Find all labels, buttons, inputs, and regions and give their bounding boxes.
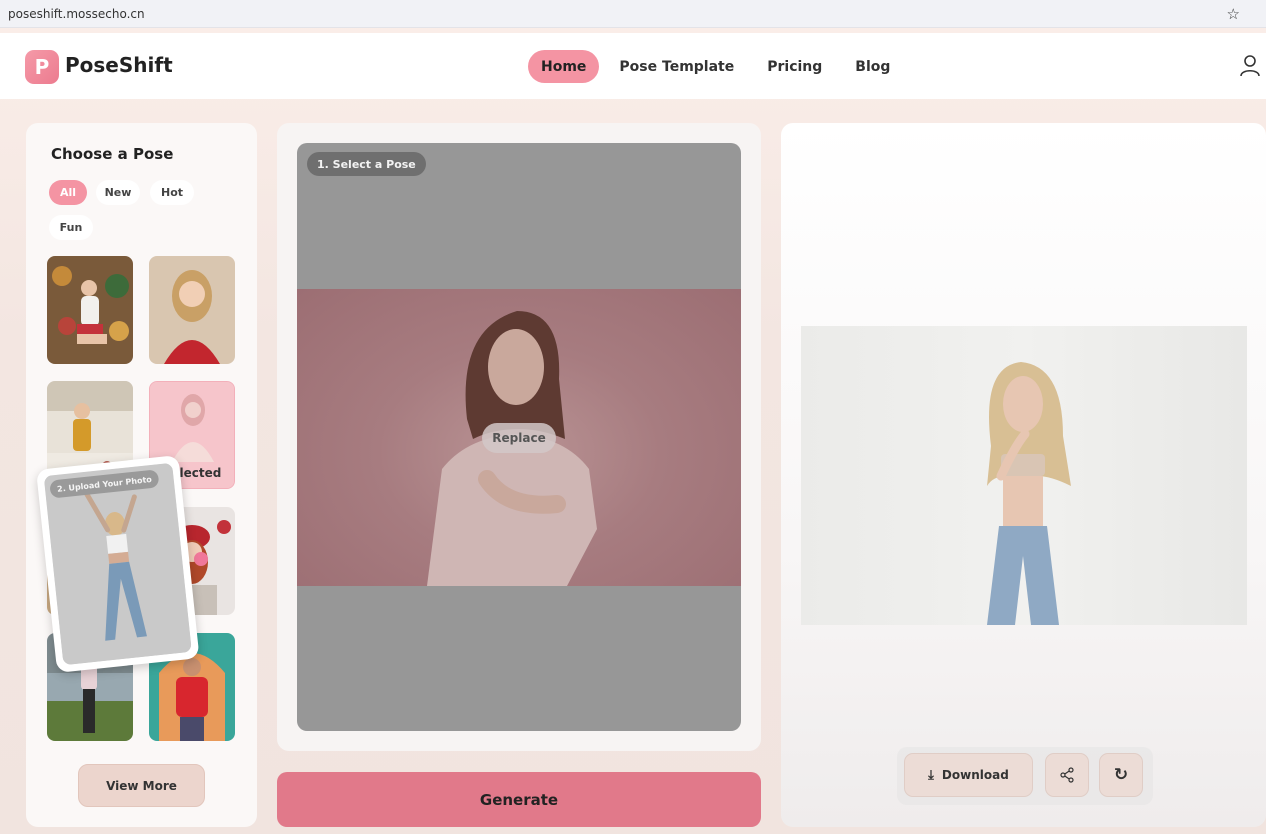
share-icon: [1060, 767, 1074, 783]
panel-title: Choose a Pose: [51, 145, 174, 163]
site-header: P PoseShift Home Pose Template Pricing B…: [0, 33, 1266, 99]
filter-all[interactable]: All: [49, 180, 87, 205]
pose-thumb-1[interactable]: [47, 256, 133, 364]
download-label: Download: [941, 768, 1009, 782]
result-panel: ⤓ Download ↻: [781, 123, 1266, 827]
result-figure: [987, 362, 1071, 625]
download-button[interactable]: ⤓ Download: [904, 753, 1033, 797]
filter-new[interactable]: New: [96, 180, 140, 205]
generate-button[interactable]: Generate: [277, 772, 761, 827]
result-image[interactable]: [801, 326, 1247, 625]
pose-image: [149, 256, 235, 364]
nav-pose-template[interactable]: Pose Template: [606, 50, 747, 83]
pose-canvas[interactable]: 1. Select a Pose Replace: [297, 143, 741, 731]
download-icon: ⤓: [928, 767, 934, 783]
main-nav: Home Pose Template Pricing Blog: [528, 50, 910, 83]
regenerate-button[interactable]: ↻: [1099, 753, 1143, 797]
logo-text[interactable]: PoseShift: [65, 53, 173, 77]
filter-fun[interactable]: Fun: [49, 215, 93, 240]
view-more-button[interactable]: View More: [78, 764, 205, 807]
step1-badge: 1. Select a Pose: [307, 152, 426, 176]
upload-photo-card[interactable]: 2. Upload Your Photo: [36, 455, 200, 673]
refresh-icon: ↻: [1113, 765, 1129, 785]
result-toolbar: ⤓ Download ↻: [897, 747, 1153, 805]
url-text[interactable]: poseshift.mossecho.cn: [8, 7, 145, 21]
selected-pose-image[interactable]: Replace: [297, 289, 741, 586]
user-icon[interactable]: [1240, 55, 1260, 77]
pose-thumb-2[interactable]: [149, 256, 235, 364]
replace-button[interactable]: Replace: [482, 423, 556, 453]
nav-blog[interactable]: Blog: [842, 50, 903, 83]
upload-photo-preview[interactable]: 2. Upload Your Photo: [43, 462, 192, 666]
browser-address-bar[interactable]: poseshift.mossecho.cn ☆: [0, 0, 1266, 28]
share-button[interactable]: [1045, 753, 1089, 797]
logo-icon[interactable]: P: [25, 50, 59, 84]
bookmark-star-icon[interactable]: ☆: [1227, 5, 1240, 23]
nav-pricing[interactable]: Pricing: [754, 50, 835, 83]
nav-home[interactable]: Home: [528, 50, 600, 83]
pose-image: [47, 256, 133, 364]
filter-hot[interactable]: Hot: [150, 180, 194, 205]
editor-panel: 1. Select a Pose Replace: [277, 123, 761, 751]
